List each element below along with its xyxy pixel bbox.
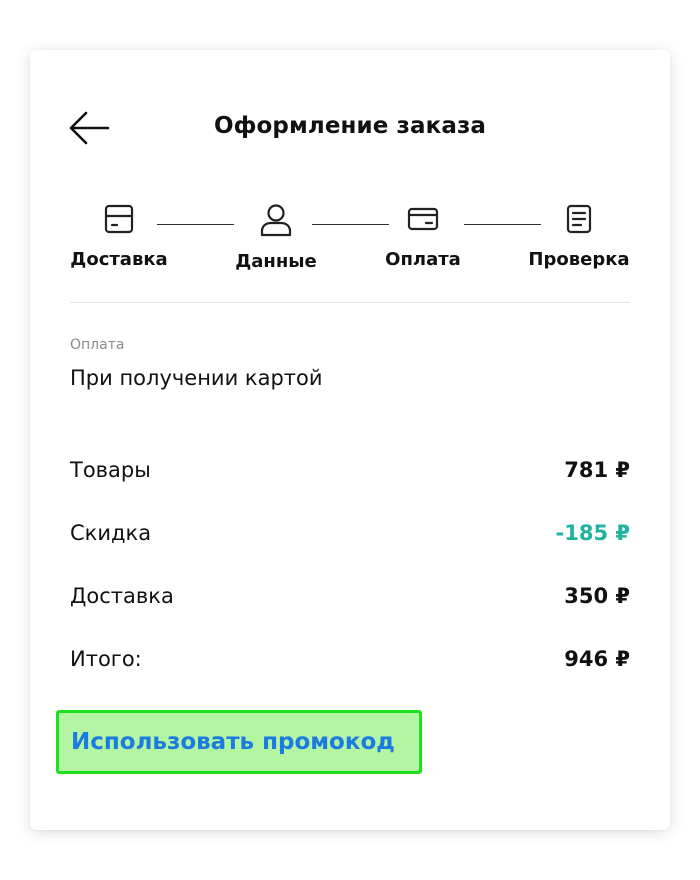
step-data[interactable]: Данные xyxy=(206,200,346,272)
summary-row-delivery: Доставка 350 ₽ xyxy=(70,584,630,614)
package-icon xyxy=(104,204,134,234)
step-payment[interactable]: Оплата xyxy=(353,200,493,270)
credit-card-icon xyxy=(407,207,439,231)
summary-row-total: Итого: 946 ₽ xyxy=(70,647,630,677)
step-review[interactable]: Проверка xyxy=(509,200,649,270)
summary-label: Доставка xyxy=(70,584,174,608)
summary-value: 781 ₽ xyxy=(564,458,630,482)
summary-value: 946 ₽ xyxy=(564,647,630,671)
user-icon xyxy=(260,204,292,237)
step-label-delivery: Доставка xyxy=(70,249,168,270)
document-icon xyxy=(566,204,592,234)
checkout-stepper: Доставка Данные Оплата Проверка xyxy=(30,200,670,280)
step-label-review: Проверка xyxy=(528,249,630,270)
checkout-card: Оформление заказа Доставка Данные Оплата… xyxy=(30,50,670,830)
summary-label: Скидка xyxy=(70,521,152,545)
promo-button-label: Использовать промокод xyxy=(71,729,395,755)
step-label-data: Данные xyxy=(235,251,317,272)
summary-label: Товары xyxy=(70,458,151,482)
summary-row-items: Товары 781 ₽ xyxy=(70,458,630,488)
section-divider xyxy=(70,302,630,303)
payment-method-value: При получении картой xyxy=(70,366,323,390)
payment-method-label: Оплата xyxy=(70,337,125,353)
use-promo-code-button[interactable]: Использовать промокод xyxy=(56,710,422,774)
summary-value: 350 ₽ xyxy=(564,584,630,608)
step-delivery[interactable]: Доставка xyxy=(49,200,189,270)
page-title: Оформление заказа xyxy=(213,113,487,139)
summary-row-discount: Скидка -185 ₽ xyxy=(70,521,630,551)
summary-value-discount: -185 ₽ xyxy=(555,521,630,545)
summary-label: Итого: xyxy=(70,647,142,671)
step-label-payment: Оплата xyxy=(385,249,461,270)
